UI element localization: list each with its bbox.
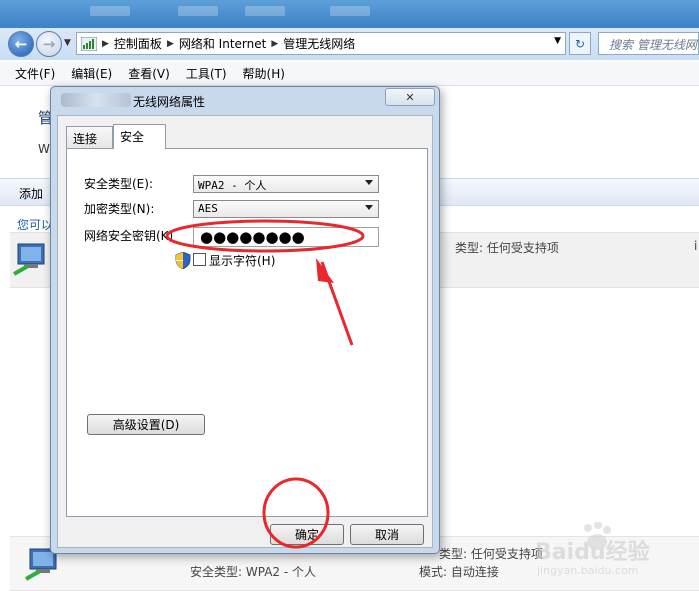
network-type: 类型: 任何受支持项 <box>439 547 543 561</box>
window-titlebar <box>0 0 699 28</box>
forward-arrow-icon[interactable]: → <box>36 31 62 57</box>
network-truncated-text: i <box>694 239 698 253</box>
recent-pages-dropdown-icon[interactable]: ▼ <box>64 38 71 48</box>
menu-view[interactable]: 查看(V) <box>128 65 170 82</box>
security-key-label: 网络安全密钥(K) <box>84 229 174 243</box>
security-type-value: WPA2 - 个人 <box>198 179 267 192</box>
network-mode: 模式: 自动连接 <box>419 565 499 579</box>
back-arrow-icon[interactable]: ← <box>8 31 34 57</box>
security-type-select[interactable]: WPA2 - 个人 <box>193 175 379 193</box>
titlebar-text-ghost <box>90 6 130 16</box>
blurred-network-name <box>61 93 131 107</box>
show-characters-checkbox[interactable] <box>193 253 206 266</box>
breadcrumb-control-panel[interactable]: 控制面板 <box>114 35 162 52</box>
breadcrumb-manage-wireless[interactable]: 管理无线网络 <box>283 35 355 52</box>
menu-help[interactable]: 帮助(H) <box>243 65 285 82</box>
breadcrumb-separator-icon[interactable]: ▶ <box>271 39 278 49</box>
menu-tools[interactable]: 工具(T) <box>186 65 227 82</box>
network-type: 类型: 任何受支持项 <box>455 241 559 255</box>
control-panel-icon <box>81 36 97 51</box>
wireless-properties-dialog: 无线网络属性 ✕ 连接 安全 安全类型(E): WPA2 - 个人 加密类型(N… <box>50 86 440 554</box>
breadcrumb-network-internet[interactable]: 网络和 Internet <box>179 35 266 52</box>
menu-bar: 文件(F) 编辑(E) 查看(V) 工具(T) 帮助(H) <box>0 62 699 86</box>
search-input[interactable]: 搜索 管理无线网络 <box>598 32 699 55</box>
tab-security-label: 安全 <box>120 130 145 144</box>
tab-security[interactable]: 安全 <box>113 124 166 149</box>
dropdown-arrow-icon <box>365 205 373 210</box>
tab-connection[interactable]: 连接 <box>66 126 113 148</box>
security-tab-panel: 安全类型(E): WPA2 - 个人 加密类型(N): AES 网络安全密钥(K… <box>66 148 428 517</box>
titlebar-text-ghost <box>330 6 370 16</box>
baidu-watermark: Baidu经验 jingyan.baidu.com <box>535 522 675 582</box>
dropdown-arrow-icon <box>365 180 373 185</box>
breadcrumb-separator-icon[interactable]: ▶ <box>102 39 109 49</box>
address-dropdown-icon[interactable]: ▼ <box>554 36 561 46</box>
network-security-type: 安全类型: WPA2 - 个人 <box>190 565 316 579</box>
watermark-url: jingyan.baidu.com <box>537 564 639 577</box>
dialog-title: 无线网络属性 <box>133 95 206 109</box>
refresh-icon[interactable]: ↻ <box>569 32 591 55</box>
ok-button[interactable]: 确定 <box>270 524 344 545</box>
address-bar[interactable]: ▶ 控制面板 ▶ 网络和 Internet ▶ 管理无线网络 ▼ <box>76 32 566 55</box>
menu-edit[interactable]: 编辑(E) <box>71 65 112 82</box>
cancel-button[interactable]: 取消 <box>350 524 424 545</box>
close-button[interactable]: ✕ <box>385 88 435 106</box>
add-button[interactable]: 添加 <box>19 185 43 202</box>
titlebar-text-ghost <box>178 6 218 16</box>
encryption-type-value: AES <box>198 202 218 215</box>
cancel-button-label: 取消 <box>374 528 399 542</box>
tab-connection-label: 连接 <box>73 132 98 146</box>
advanced-settings-button[interactable]: 高级设置(D) <box>87 414 205 435</box>
dialog-body: 连接 安全 安全类型(E): WPA2 - 个人 加密类型(N): AES 网络… <box>57 115 433 548</box>
advanced-settings-label: 高级设置(D) <box>112 418 180 432</box>
wireless-network-icon <box>13 243 45 276</box>
ok-button-label: 确定 <box>294 528 319 542</box>
watermark-brand: Baidu经验 <box>535 540 650 565</box>
security-type-label: 安全类型(E): <box>84 177 153 191</box>
close-icon: ✕ <box>405 90 415 104</box>
security-key-field[interactable]: ●●●●●●●● <box>193 227 379 247</box>
menu-file[interactable]: 文件(F) <box>15 65 55 82</box>
page-subtitle: W <box>38 142 50 156</box>
uac-shield-icon <box>175 252 191 269</box>
show-characters-label: 显示字符(H) <box>209 254 276 268</box>
hint-text: 您可以 <box>17 218 54 232</box>
navigation-bar: ← → ▼ ▶ 控制面板 ▶ 网络和 Internet ▶ 管理无线网络 ▼ ↻… <box>0 28 699 60</box>
encryption-type-select[interactable]: AES <box>193 200 379 218</box>
titlebar-text-ghost <box>245 6 285 16</box>
dialog-titlebar: 无线网络属性 ✕ <box>51 87 439 115</box>
encryption-type-label: 加密类型(N): <box>84 202 155 216</box>
breadcrumb-separator-icon[interactable]: ▶ <box>167 39 174 49</box>
